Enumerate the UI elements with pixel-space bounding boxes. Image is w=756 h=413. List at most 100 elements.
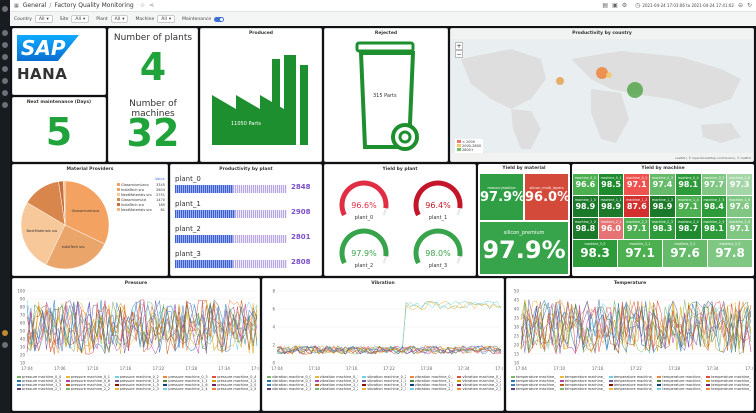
machine-cell[interactable]: machine_3_1 97.1 bbox=[618, 240, 662, 267]
machine-cell[interactable]: machine_0_3 97.4 bbox=[650, 174, 675, 195]
material-cell[interactable]: monocrystalline 97.9% bbox=[480, 174, 525, 220]
legend-item[interactable]: vibration machine_2_4 bbox=[409, 387, 453, 391]
machine-cell[interactable]: machine_0_5 97.7 bbox=[701, 174, 727, 195]
machine-cell[interactable]: machine_1_5 98.4 bbox=[701, 196, 727, 217]
vibration-chart[interactable]: 8 6 4 2 017:04 17:10 17:16 17:22 17:28 17:34 17:40 bbox=[263, 287, 504, 373]
legend-item[interactable]: temperature machine_2_5 bbox=[706, 387, 751, 391]
bar-fill[interactable] bbox=[175, 210, 235, 218]
help-icon[interactable] bbox=[2, 342, 8, 348]
machine-cell[interactable]: machine_1_0 98.9 bbox=[573, 196, 598, 217]
material-cell[interactable]: silicon_premium 97.9% bbox=[480, 222, 568, 274]
machine-cell[interactable]: machine_2_3 98.3 bbox=[650, 218, 675, 239]
temperature-chart[interactable]: 50 45 40 35 30 25 20 15 1017:04 17:10 17:16 17:22 17… bbox=[507, 287, 754, 373]
bar-fill[interactable] bbox=[175, 235, 233, 243]
legend-row[interactable]: IndiaTech sro 2604 bbox=[117, 188, 165, 192]
machine-cell[interactable]: machine_2_6 97.1 bbox=[727, 218, 752, 239]
plus-icon[interactable] bbox=[2, 42, 8, 48]
machine-cell[interactable]: machine_1_4 97.1 bbox=[675, 196, 701, 217]
add-panel-icon[interactable]: ▤ bbox=[602, 2, 608, 9]
legend-swatch bbox=[559, 384, 564, 386]
time-range-picker[interactable]: 2021-04-24 17:03:06 to 2021-04-24 17:41:… bbox=[642, 3, 734, 8]
zoom-out-icon[interactable]: ⊖ bbox=[738, 2, 743, 9]
yield-gauge[interactable]: 98.0% plant_3 bbox=[401, 223, 475, 271]
legend-swatch bbox=[114, 376, 119, 378]
machine-cell[interactable]: machine_2_1 96.0 bbox=[598, 218, 624, 239]
machine-cell[interactable]: machine_1_1 98.9 bbox=[598, 196, 624, 217]
dashboards-icon[interactable] bbox=[2, 54, 8, 60]
machine-cell[interactable]: machine_0_0 96.6 bbox=[573, 174, 598, 195]
user-avatar[interactable] bbox=[2, 330, 8, 336]
legend-item[interactable]: pressure machine_2_5 bbox=[212, 387, 257, 391]
yield-gauge[interactable]: 96.6% plant_0 bbox=[327, 175, 401, 223]
refresh-icon[interactable]: ↻ bbox=[747, 2, 752, 9]
legend-row[interactable]: NextMaterials sro 2751 bbox=[117, 193, 165, 197]
legend-item[interactable]: temperature machine_2_1 bbox=[511, 387, 556, 391]
machine-select[interactable]: All ▾ bbox=[157, 15, 176, 23]
map-attribution[interactable]: Leaflet | © OpenStreetMap contributors, … bbox=[675, 156, 751, 160]
legend-row[interactable]: GlassmiumLtd 1470 bbox=[117, 198, 165, 202]
legend-item[interactable]: pressure machine_2_1 bbox=[17, 387, 62, 391]
legend-item[interactable]: temperature machine_2_4 bbox=[657, 387, 702, 391]
machine-cell[interactable]: machine_0_4 98.1 bbox=[675, 174, 701, 195]
material-pie-chart[interactable]: GlassmiumLeco IndiaTech sro NextMaterials … bbox=[17, 177, 113, 273]
machine-cell[interactable]: machine_0_2 97.1 bbox=[624, 174, 650, 195]
zoom-in-button[interactable]: + bbox=[455, 42, 463, 50]
zoom-out-button[interactable]: − bbox=[455, 50, 463, 58]
machine-cell[interactable]: machine_2_0 98.8 bbox=[573, 218, 598, 239]
legend-item[interactable]: temperature machine_2_2 bbox=[559, 387, 605, 391]
save-icon[interactable]: ▣ bbox=[612, 2, 618, 9]
machine-cell[interactable]: machine_1_3 98.9 bbox=[650, 196, 675, 217]
legend-item[interactable]: pressure machine_2_3 bbox=[114, 387, 160, 391]
legend-row[interactable]: NextMaterials sro 61 bbox=[117, 208, 165, 212]
dashboard-title[interactable]: Factory Quality Monitoring bbox=[54, 2, 133, 9]
search-icon[interactable] bbox=[2, 30, 8, 36]
y-tick-label: 4 bbox=[272, 325, 275, 330]
settings-icon[interactable]: ⚙ bbox=[622, 2, 627, 9]
config-icon[interactable] bbox=[2, 90, 8, 96]
pie-slice-label: GlassmiumLeco bbox=[72, 209, 100, 213]
star-icon[interactable]: ☆ bbox=[140, 2, 145, 9]
maintenance-toggle[interactable] bbox=[214, 16, 225, 22]
machine-cell[interactable]: machine_3_3 97.8 bbox=[708, 240, 752, 267]
machine-cell[interactable]: machine_2_2 97.1 bbox=[624, 218, 650, 239]
y-tick-label: 2 bbox=[272, 343, 275, 348]
legend-swatch bbox=[114, 388, 119, 390]
legend-item[interactable]: pressure machine_2_4 bbox=[163, 387, 208, 391]
legend-row[interactable]: GlassmiumLeco 3345 bbox=[117, 183, 165, 187]
legend-item[interactable]: pressure machine_2_2 bbox=[65, 387, 111, 391]
machines-count-value: 32 bbox=[126, 111, 180, 155]
plant-select[interactable]: All ▾ bbox=[110, 15, 129, 23]
breadcrumb-root[interactable]: General bbox=[23, 2, 47, 9]
grafana-logo-icon[interactable] bbox=[2, 6, 8, 12]
machine-cell[interactable]: machine_0_6 97.3 bbox=[727, 174, 752, 195]
world-map[interactable] bbox=[451, 39, 754, 153]
dashboards-grid-icon[interactable]: ▦ bbox=[14, 3, 19, 9]
legend-item[interactable]: vibration machine_2_3 bbox=[362, 387, 406, 391]
alerting-icon[interactable] bbox=[2, 78, 8, 84]
machine-cell[interactable]: machine_1_6 97.6 bbox=[727, 196, 752, 217]
machine-cell[interactable]: machine_1_2 87.6 bbox=[624, 196, 650, 217]
shield-icon[interactable] bbox=[2, 102, 8, 108]
machine-cell[interactable]: machine_3_2 97.6 bbox=[663, 240, 707, 267]
machine-cell[interactable]: machine_2_4 98.7 bbox=[675, 218, 701, 239]
legend-item[interactable]: vibration machine_2_5 bbox=[457, 387, 501, 391]
machine-cell[interactable]: machine_0_1 98.5 bbox=[598, 174, 624, 195]
machine-cell[interactable]: machine_2_5 98.1 bbox=[701, 218, 727, 239]
legend-swatch bbox=[117, 208, 120, 211]
country-select[interactable]: All ▾ bbox=[34, 15, 53, 23]
material-cell[interactable]: silicon_multi_layers 96.0% bbox=[525, 174, 570, 220]
bar-fill[interactable] bbox=[175, 260, 233, 268]
legend-item[interactable]: vibration machine_2_1 bbox=[267, 387, 311, 391]
explore-icon[interactable] bbox=[2, 66, 8, 72]
yield-gauge[interactable]: 96.4% plant_1 bbox=[401, 175, 475, 223]
yield-gauge[interactable]: 97.9% plant_2 bbox=[327, 223, 401, 271]
site-select[interactable]: All ▾ bbox=[71, 15, 90, 23]
legend-item[interactable]: vibration machine_2_2 bbox=[314, 387, 358, 391]
machine-cell[interactable]: machine_3_0 98.3 bbox=[573, 240, 617, 267]
legend-row[interactable]: IndiaTech sro 185 bbox=[117, 203, 165, 207]
share-icon[interactable]: ⋖ bbox=[149, 2, 154, 9]
time-picker-icon[interactable]: ◷ bbox=[635, 2, 640, 9]
pressure-chart[interactable]: 100 90 80 70 60 50 40 30 20 1017:04 17:06 17:10 17:1… bbox=[13, 287, 260, 373]
legend-item[interactable]: temperature machine_2_3 bbox=[608, 387, 653, 391]
bar-fill[interactable] bbox=[175, 185, 233, 193]
